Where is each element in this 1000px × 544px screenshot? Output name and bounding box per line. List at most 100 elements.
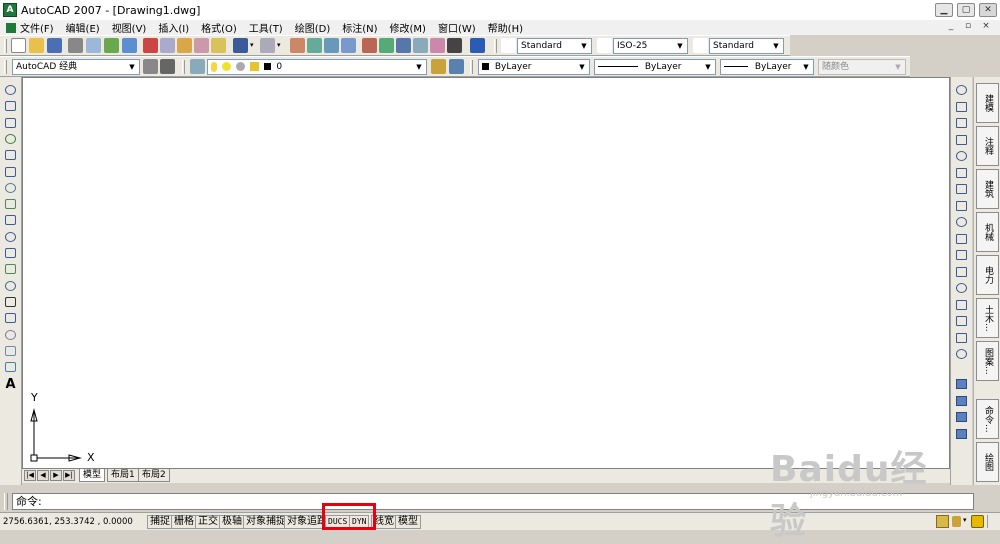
print-preview-icon[interactable] [86, 38, 101, 53]
rectangle-icon[interactable] [5, 150, 16, 161]
match-properties-icon[interactable] [194, 38, 209, 53]
stretch-icon[interactable] [956, 217, 967, 227]
menu-help[interactable]: 帮助(H) [488, 20, 523, 35]
menu-dimension[interactable]: 标注(N) [342, 20, 377, 35]
text-style-icon[interactable] [501, 38, 516, 53]
draworder-front-icon[interactable] [956, 379, 967, 389]
lock-icon[interactable] [952, 516, 961, 527]
properties-icon[interactable] [362, 38, 377, 53]
polyline-icon[interactable] [5, 117, 16, 128]
menu-edit[interactable]: 编辑(E) [66, 20, 100, 35]
close-button[interactable]: ✕ [979, 3, 997, 17]
undo-icon[interactable] [233, 38, 248, 53]
offset-icon[interactable] [956, 134, 967, 145]
last-tab-icon[interactable]: ▶| [63, 470, 75, 481]
prev-tab-icon[interactable]: ◀ [37, 470, 49, 481]
doc-minimize-button[interactable]: _ [945, 20, 957, 32]
explode-icon[interactable] [956, 349, 967, 359]
redo-dropdown-icon[interactable]: ▾ [277, 41, 281, 49]
text-style-combo[interactable]: Standard ▼ [517, 38, 592, 54]
autocad-app-icon[interactable]: A [3, 3, 17, 17]
palette-tab-4[interactable]: 电力 [976, 255, 999, 295]
workspace-combo[interactable]: AutoCAD 经典 ▼ [12, 59, 140, 75]
fillet-icon[interactable] [956, 332, 967, 343]
table-style-icon[interactable] [693, 38, 708, 53]
publish-icon[interactable] [104, 38, 119, 53]
menu-insert[interactable]: 插入(I) [158, 20, 189, 35]
copy-clip-icon[interactable] [160, 38, 175, 53]
mirror-icon[interactable] [956, 118, 967, 128]
save-icon[interactable] [47, 38, 62, 53]
doc-close-button[interactable]: × [980, 20, 992, 32]
minimize-button[interactable]: ▁ [935, 3, 953, 17]
line-icon[interactable] [5, 85, 16, 95]
redo-icon[interactable] [260, 38, 275, 53]
palette-tab-3[interactable]: 机械 [976, 212, 999, 252]
menu-draw[interactable]: 绘图(D) [295, 20, 331, 35]
insert-block-icon[interactable] [5, 264, 16, 275]
palette-tab-0[interactable]: 建模 [976, 83, 999, 123]
workspace-settings-icon[interactable] [143, 59, 158, 74]
help-icon[interactable] [470, 38, 485, 53]
palette-tab-6[interactable]: 图案... [976, 341, 999, 381]
region-icon[interactable] [5, 345, 16, 356]
menu-tools[interactable]: 工具(T) [249, 20, 283, 35]
multiline-text-icon[interactable]: A [3, 378, 18, 392]
erase-icon[interactable] [956, 85, 967, 95]
palette-tab-5[interactable]: 土木... [976, 298, 999, 338]
arc-icon[interactable] [5, 166, 16, 177]
my-workspace-icon[interactable] [160, 59, 175, 74]
sheet-set-icon[interactable] [413, 38, 428, 53]
menu-modify[interactable]: 修改(M) [390, 20, 426, 35]
model-button[interactable]: 模型 [395, 515, 421, 529]
construction-line-icon[interactable] [5, 101, 16, 112]
circle-icon[interactable] [5, 182, 16, 193]
palette-tab-1[interactable]: 注释 [976, 126, 999, 166]
document-icon[interactable] [6, 22, 16, 33]
trim-icon[interactable] [956, 233, 967, 244]
drawing-area[interactable]: Y X [22, 77, 950, 469]
copy-icon[interactable] [956, 101, 967, 112]
3d-dwf-icon[interactable] [122, 38, 137, 53]
tray-settings-icon[interactable] [971, 515, 984, 528]
make-current-layer-icon[interactable] [431, 59, 446, 74]
new-icon[interactable] [11, 38, 26, 53]
paste-icon[interactable] [177, 38, 192, 53]
pan-icon[interactable] [290, 38, 305, 53]
hatch-icon[interactable] [5, 313, 16, 324]
point-icon[interactable] [5, 296, 16, 307]
linetype-combo[interactable]: ByLayer ▼ [594, 59, 716, 75]
layer-previous-icon[interactable] [449, 59, 464, 74]
menu-format[interactable]: 格式(O) [201, 20, 237, 35]
cut-icon[interactable] [143, 38, 158, 53]
zoom-window-icon[interactable] [324, 38, 339, 53]
coordinates-readout[interactable]: 2756.6361, 253.3742 , 0.0000 [3, 516, 133, 528]
clean-screen-icon[interactable] [987, 515, 997, 528]
zoom-previous-icon[interactable] [341, 38, 356, 53]
polygon-icon[interactable] [5, 133, 16, 144]
rotate-icon[interactable] [956, 184, 967, 194]
dim-style-icon[interactable] [597, 38, 612, 53]
scale-icon[interactable] [956, 200, 967, 211]
break-at-point-icon[interactable] [956, 266, 967, 277]
lock-dropdown-icon[interactable]: ▾ [963, 516, 967, 524]
tab-layout1[interactable]: 布局1 [107, 469, 139, 482]
open-icon[interactable] [29, 38, 44, 53]
palette-tab-2[interactable]: 建筑 [976, 169, 999, 209]
ellipse-icon[interactable] [5, 231, 16, 242]
table-style-combo[interactable]: Standard ▼ [709, 38, 784, 54]
polar-button[interactable]: 极轴 [219, 515, 245, 529]
tab-layout2[interactable]: 布局2 [138, 469, 170, 482]
break-icon[interactable] [956, 283, 967, 293]
menu-window[interactable]: 窗口(W) [438, 20, 476, 35]
palette-tab-8[interactable]: 绘图 [976, 442, 999, 482]
menu-view[interactable]: 视图(V) [112, 20, 147, 35]
revision-cloud-icon[interactable] [5, 199, 16, 210]
next-tab-icon[interactable]: ▶ [50, 470, 62, 481]
snap-button[interactable]: 捕捉 [147, 515, 173, 529]
array-icon[interactable] [956, 151, 967, 161]
draworder-under-icon[interactable] [956, 428, 967, 439]
lineweight-combo[interactable]: ByLayer ▼ [720, 59, 814, 75]
tab-model[interactable]: 模型 [79, 469, 106, 482]
menu-file[interactable]: 文件(F) [20, 20, 54, 35]
